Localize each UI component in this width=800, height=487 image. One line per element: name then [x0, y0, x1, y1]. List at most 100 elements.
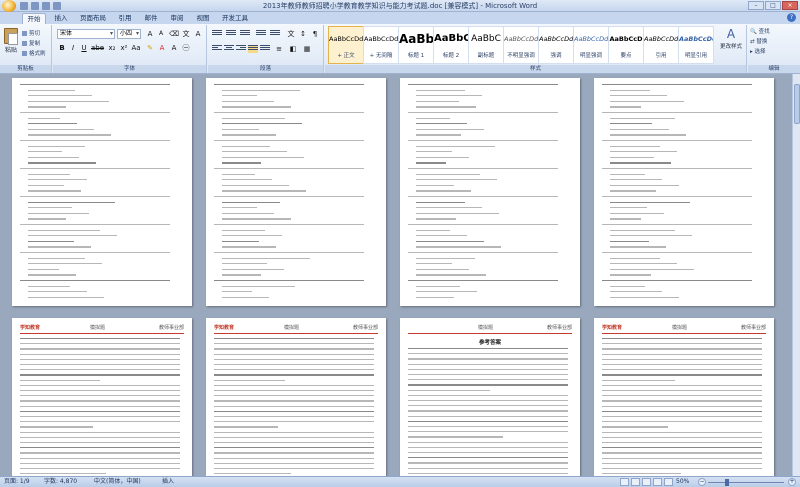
borders-icon[interactable]: ▦ [302, 44, 312, 54]
distributed-icon[interactable] [260, 45, 270, 53]
align-right-icon[interactable] [236, 45, 246, 53]
style-no-spacing[interactable]: AaBbCcDd + 无间隔 [363, 26, 399, 64]
shading-icon[interactable]: ◧ [288, 44, 298, 54]
zoom-level[interactable]: 50% [676, 477, 689, 487]
tab-insert[interactable]: 插入 [50, 13, 72, 24]
tab-page-layout[interactable]: 页面布局 [76, 13, 110, 24]
format-painter-button[interactable]: 格式刷 [22, 49, 46, 57]
document-page[interactable]: 学知教育 模拟题 教师事业部 [594, 318, 774, 476]
sort-icon[interactable]: ↕ [298, 29, 308, 39]
document-page[interactable] [206, 78, 386, 306]
page-count[interactable]: 页面: 1/9 [4, 477, 30, 487]
document-page[interactable] [594, 78, 774, 306]
clear-format-icon[interactable]: ⌫ [169, 29, 179, 39]
style-heading-1[interactable]: AaBb 标题 1 [398, 26, 434, 64]
vertical-scrollbar[interactable] [792, 74, 800, 476]
tab-mailings[interactable]: 邮件 [140, 13, 162, 24]
paste-button[interactable]: 粘贴 [2, 28, 20, 56]
phonetic-guide-icon[interactable]: 文 [181, 29, 191, 39]
align-center-icon[interactable] [224, 45, 234, 53]
text-line [610, 212, 664, 215]
tab-developer[interactable]: 开发工具 [218, 13, 252, 24]
decrease-indent-icon[interactable] [256, 30, 266, 38]
underline-icon[interactable]: U [79, 43, 89, 53]
maximize-button[interactable]: □ [765, 1, 781, 10]
change-styles-button[interactable]: A 更改样式 [717, 27, 745, 50]
minimize-button[interactable]: – [748, 1, 764, 10]
replace-button[interactable]: ⇄ 替换 [750, 37, 770, 47]
language-indicator[interactable]: 中文(简体，中国) [94, 477, 141, 487]
tab-view[interactable]: 视图 [192, 13, 214, 24]
web-layout-icon[interactable] [642, 478, 651, 486]
numbering-icon[interactable] [226, 30, 236, 38]
style-emphasis[interactable]: AaBbCcDd 强调 [538, 26, 574, 64]
help-icon[interactable]: ? [787, 13, 796, 22]
style-normal[interactable]: AaBbCcDd + 正文 [328, 26, 364, 64]
cut-button[interactable]: 剪切 [22, 29, 40, 37]
scrollbar-thumb[interactable] [794, 84, 800, 124]
text-line [602, 416, 762, 418]
outline-icon[interactable] [653, 478, 662, 486]
show-marks-icon[interactable]: ¶ [310, 29, 320, 39]
zoom-slider-thumb[interactable] [725, 479, 729, 486]
draft-icon[interactable] [664, 478, 673, 486]
subscript-icon[interactable]: x₂ [107, 43, 117, 53]
text-line [416, 173, 480, 175]
style-strong[interactable]: AaBbCcD 要点 [608, 26, 644, 64]
text-line [602, 431, 762, 433]
style-heading-2[interactable]: AaBbC 标题 2 [433, 26, 469, 64]
font-size-combo[interactable]: 小四 [117, 29, 141, 39]
superscript-icon[interactable]: x² [119, 43, 129, 53]
copy-button[interactable]: 复制 [22, 39, 40, 47]
font-color-icon[interactable]: A [157, 43, 167, 53]
zoom-slider[interactable] [708, 482, 784, 483]
grow-font-icon[interactable]: A [145, 29, 155, 39]
line-spacing-icon[interactable]: ≡ [274, 44, 284, 54]
char-border-icon[interactable]: A [193, 29, 203, 39]
highlight-icon[interactable]: ✎ [145, 43, 155, 53]
document-page[interactable]: 模拟题 教师事业部 参考答案 [400, 318, 580, 476]
style-subtitle[interactable]: AaBbC 副标题 [468, 26, 504, 64]
multilevel-list-icon[interactable] [240, 30, 250, 38]
text-line [214, 168, 364, 170]
style-quote[interactable]: AaBbCcDd 引用 [643, 26, 679, 64]
style-intense-emphasis[interactable]: AaBbCcDd 明显强调 [573, 26, 609, 64]
tab-review[interactable]: 审阅 [166, 13, 188, 24]
document-page[interactable] [400, 78, 580, 306]
paragraph-group-label: 段落 [208, 65, 323, 73]
change-case-icon[interactable]: Aa [131, 43, 141, 53]
insert-mode[interactable]: 插入 [162, 477, 174, 487]
document-page[interactable]: 学知教育 模拟题 教师事业部 [206, 318, 386, 476]
shrink-font-icon[interactable]: A [156, 29, 166, 39]
zoom-in-button[interactable]: + [788, 478, 796, 486]
close-button[interactable]: × [782, 1, 798, 10]
char-shading-icon[interactable]: A [169, 43, 179, 53]
text-line [610, 162, 671, 164]
font-name-combo[interactable]: 宋体 [57, 29, 115, 39]
print-layout-icon[interactable] [620, 478, 629, 486]
text-line [222, 235, 282, 237]
full-screen-reading-icon[interactable] [631, 478, 640, 486]
document-page[interactable] [12, 78, 192, 306]
strikethrough-icon[interactable]: abe [91, 43, 104, 53]
justify-icon[interactable] [248, 45, 258, 53]
text-line [610, 100, 684, 103]
text-line [610, 240, 649, 243]
style-subtle-emphasis[interactable]: AaBbCcDd 不明显强调 [503, 26, 539, 64]
word-count[interactable]: 字数: 4,870 [44, 477, 77, 487]
find-button[interactable]: 🔍 查找 [750, 27, 770, 37]
bold-icon[interactable]: B [57, 43, 67, 53]
increase-indent-icon[interactable] [270, 30, 280, 38]
select-button[interactable]: ▸ 选择 [750, 47, 770, 57]
chinese-layout-icon[interactable]: 文 [286, 29, 296, 39]
tab-home[interactable]: 开始 [22, 13, 46, 24]
enclose-char-icon[interactable]: ㊀ [181, 43, 191, 53]
italic-icon[interactable]: I [68, 43, 78, 53]
style-intense-quote[interactable]: AaBbCcDd 明显引用 [678, 26, 714, 64]
document-page[interactable]: 学知教育 模拟题 教师事业部 [12, 318, 192, 476]
tab-references[interactable]: 引用 [114, 13, 136, 24]
align-left-icon[interactable] [212, 45, 222, 53]
bullets-icon[interactable] [212, 30, 222, 38]
zoom-out-button[interactable]: − [698, 478, 706, 486]
document-area[interactable]: 学知教育 模拟题 教师事业部 学知教育 模拟题 教师事业部 模拟题 教师事业部 参考答案 学知教育… [0, 74, 792, 476]
